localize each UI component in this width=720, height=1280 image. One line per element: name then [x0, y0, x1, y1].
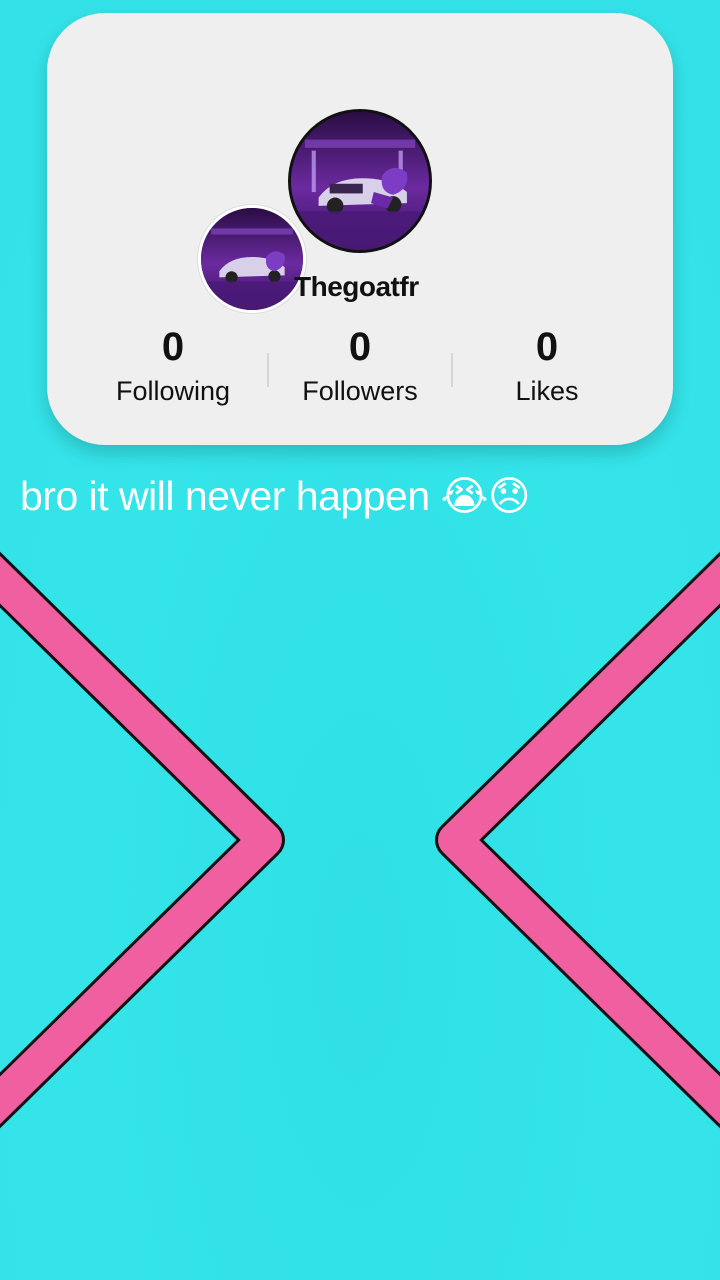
chevron-decoration: [0, 551, 720, 1129]
story-canvas: Thegoatfr 0 Following 0 Followers 0 Like…: [0, 0, 720, 1280]
left-chevron-icon: [0, 551, 285, 1129]
right-chevron-icon: [435, 551, 720, 1129]
